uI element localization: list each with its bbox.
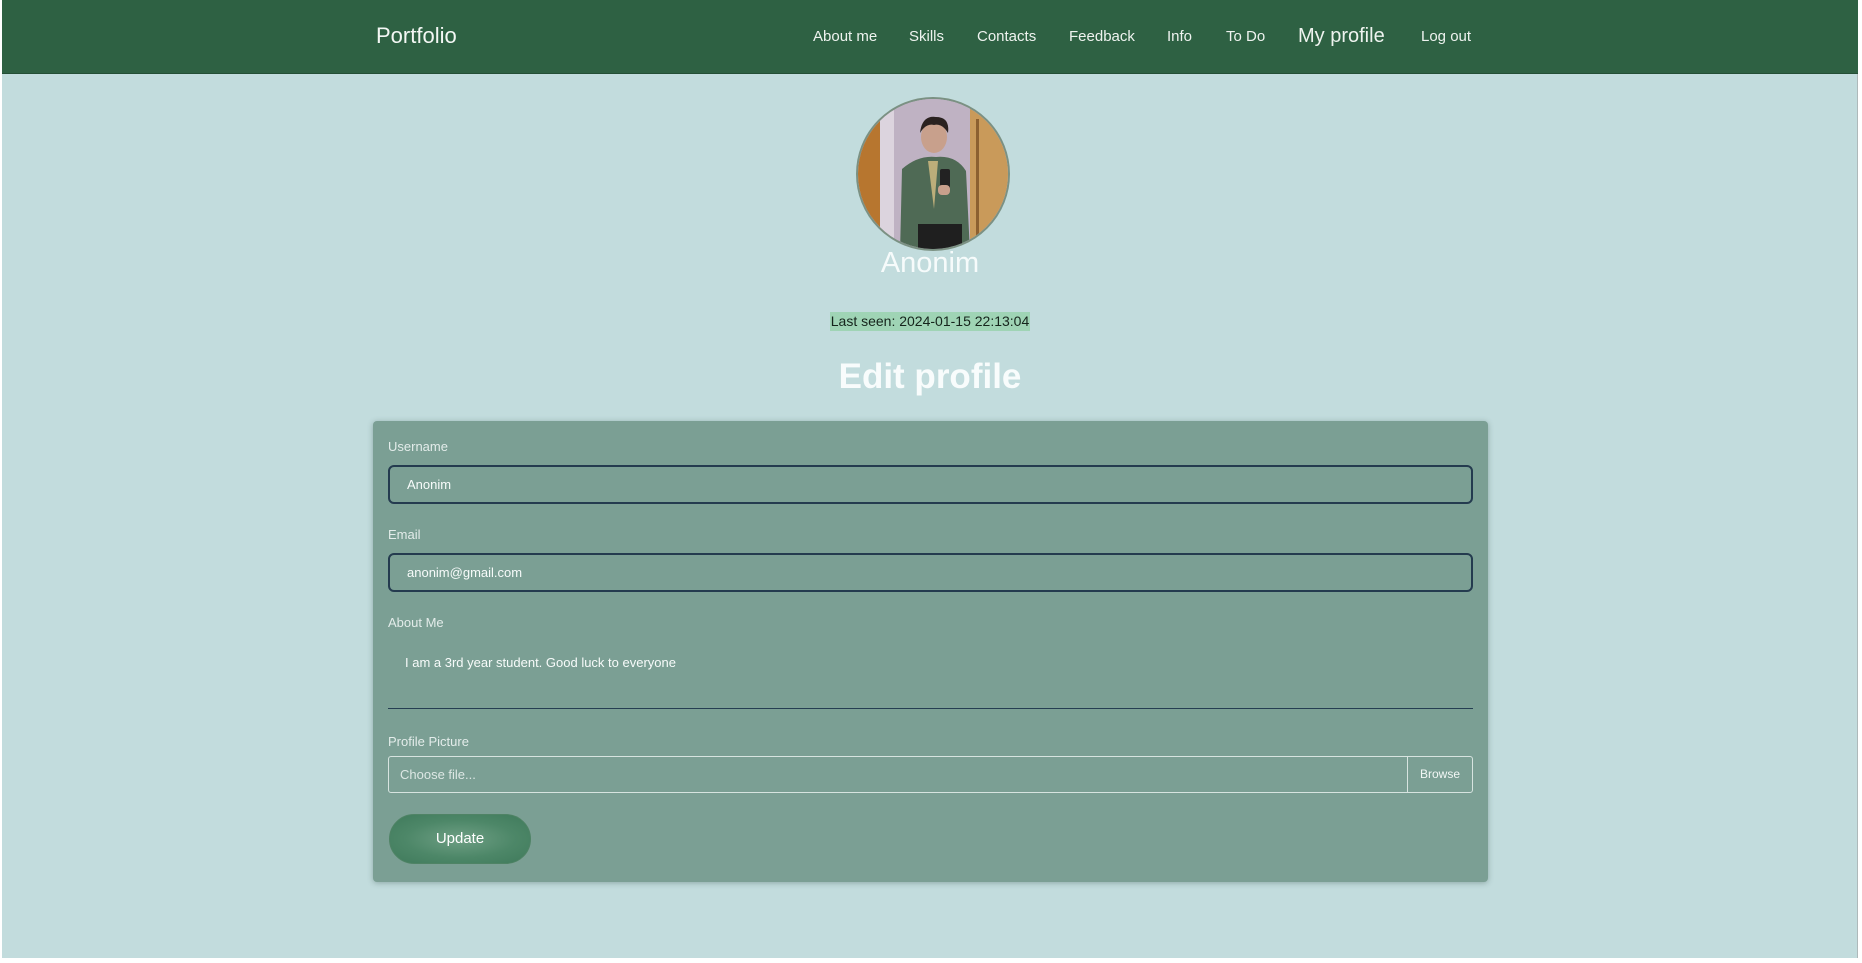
username-input[interactable]: [388, 465, 1473, 504]
last-seen-text: Last seen: 2024-01-15 22:13:04: [829, 312, 1031, 331]
nav-links: About me Skills Contacts Feedback Info T…: [2, 0, 1858, 74]
nav-my-profile[interactable]: My profile: [1298, 25, 1385, 48]
last-seen-row: Last seen: 2024-01-15 22:13:04: [2, 312, 1858, 331]
page-frame: Portfolio About me Skills Contacts Feedb…: [2, 0, 1858, 958]
file-input[interactable]: Choose file... Browse: [388, 756, 1473, 793]
page-title: Edit profile: [838, 357, 1022, 396]
bottom-strip: [0, 958, 1862, 963]
about-label: About Me: [388, 615, 444, 630]
nav-log-out[interactable]: Log out: [1421, 28, 1471, 45]
email-input[interactable]: [388, 553, 1473, 592]
nav-skills[interactable]: Skills: [909, 28, 944, 45]
avatar: [856, 97, 1010, 251]
nav-info[interactable]: Info: [1167, 28, 1192, 45]
file-placeholder: Choose file...: [400, 767, 476, 782]
username-label: Username: [388, 439, 448, 454]
nav-contacts[interactable]: Contacts: [977, 28, 1036, 45]
browse-button[interactable]: Browse: [1407, 757, 1472, 792]
avatar-photo: [858, 99, 1008, 249]
update-button[interactable]: Update: [389, 814, 531, 864]
edit-profile-form: Username Email About Me I am a 3rd year …: [373, 421, 1488, 882]
email-label: Email: [388, 527, 421, 542]
profile-name: Anonim: [880, 247, 980, 279]
profile-picture-label: Profile Picture: [388, 734, 469, 749]
nav-todo[interactable]: To Do: [1226, 28, 1265, 45]
top-navbar: Portfolio About me Skills Contacts Feedb…: [2, 0, 1858, 74]
about-textarea[interactable]: I am a 3rd year student. Good luck to ev…: [388, 639, 1473, 709]
nav-about-me[interactable]: About me: [813, 28, 877, 45]
nav-feedback[interactable]: Feedback: [1069, 28, 1135, 45]
